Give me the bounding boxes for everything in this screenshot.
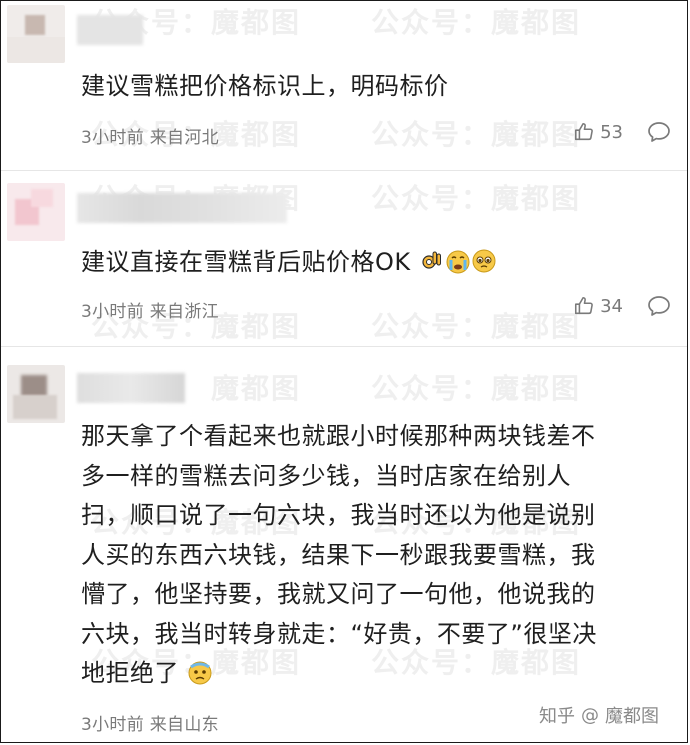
comment-item: 那天拿了个看起来也就跟小时候那种两块钱差不 多一样的雪糕去问多少钱，当时店家在给… [1, 347, 687, 742]
comment-line: 那天拿了个看起来也就跟小时候那种两块钱差不 [81, 422, 596, 450]
thumbs-up-icon [575, 122, 593, 141]
avatar[interactable] [7, 5, 65, 63]
comment-line: 多一样的雪糕去问多少钱，当时店家在给别人 [81, 461, 571, 490]
anxious-sweat-face-emoji [188, 661, 212, 685]
comment-line-last: 地拒绝了 [81, 654, 685, 694]
like-button[interactable]: 34 [573, 295, 623, 317]
pleading-face-emoji [472, 249, 496, 273]
author-name: 魔都图 [605, 706, 659, 727]
ok-hand-emoji [422, 251, 441, 269]
source-watermark: 知乎 @ 魔都图 [539, 702, 659, 728]
comment-time: 3小时前 [81, 715, 145, 735]
comment-text: 建议直接在雪糕背后贴价格OK [81, 243, 685, 283]
reply-button[interactable] [647, 121, 671, 147]
comment-time: 3小时前 [81, 302, 145, 322]
username-redacted[interactable] [77, 193, 287, 223]
comment-bubble-icon [648, 122, 670, 142]
crying-face-emoji [446, 250, 470, 274]
thumbs-up-icon [575, 296, 593, 315]
comment-time: 3小时前 [81, 128, 145, 148]
comment-line: 懵了，他坚持要，我就又问了一句他，他说我的 [81, 580, 596, 608]
comment-list: 公众号：魔都图 公众号：魔都图 公众号：魔都图 公众号：魔都图 公众号：魔都图 … [0, 0, 688, 743]
comment-meta: 3小时前 来自山东 [81, 710, 219, 735]
comment-item: 建议雪糕把价格标识上，明码标价 3小时前 来自河北 53 [1, 1, 687, 171]
comment-location: 来自浙江 [149, 302, 219, 322]
comment-line: 建议直接在雪糕背后贴价格OK [81, 248, 411, 276]
reply-button[interactable] [647, 295, 671, 321]
comment-line: 扫，顺口说了一句六块，我当时还以为他是说别 [81, 501, 596, 529]
avatar[interactable] [7, 365, 65, 423]
comment-text: 那天拿了个看起来也就跟小时候那种两块钱差不 多一样的雪糕去问多少钱，当时店家在给… [81, 417, 685, 694]
comment-location: 来自山东 [149, 715, 219, 735]
comment-text: 建议雪糕把价格标识上，明码标价 [81, 67, 685, 107]
comment-meta: 3小时前 来自河北 [81, 123, 219, 148]
comment-line: 地拒绝了 [81, 659, 179, 687]
comment-location: 来自河北 [149, 128, 219, 148]
like-count: 53 [600, 121, 623, 143]
platform-name: 知乎 [539, 706, 575, 727]
comment-item: 建议直接在雪糕背后贴价格OK 3小时前 来自浙江 34 [1, 171, 687, 347]
comment-bubble-icon [648, 296, 670, 316]
at-sign: @ [581, 704, 599, 726]
avatar[interactable] [7, 183, 65, 241]
comment-meta: 3小时前 来自浙江 [81, 297, 219, 322]
comment-line: 六块，我当时转身就走：“好贵，不要了”很坚决 [81, 619, 597, 648]
username-redacted[interactable] [77, 373, 185, 403]
like-button[interactable]: 53 [573, 121, 623, 143]
username-redacted[interactable] [77, 15, 143, 45]
like-count: 34 [600, 295, 623, 317]
comment-line: 人买的东西六块钱，结果下一秒跟我要雪糕，我 [81, 540, 596, 569]
comment-line: 建议雪糕把价格标识上，明码标价 [81, 72, 449, 100]
